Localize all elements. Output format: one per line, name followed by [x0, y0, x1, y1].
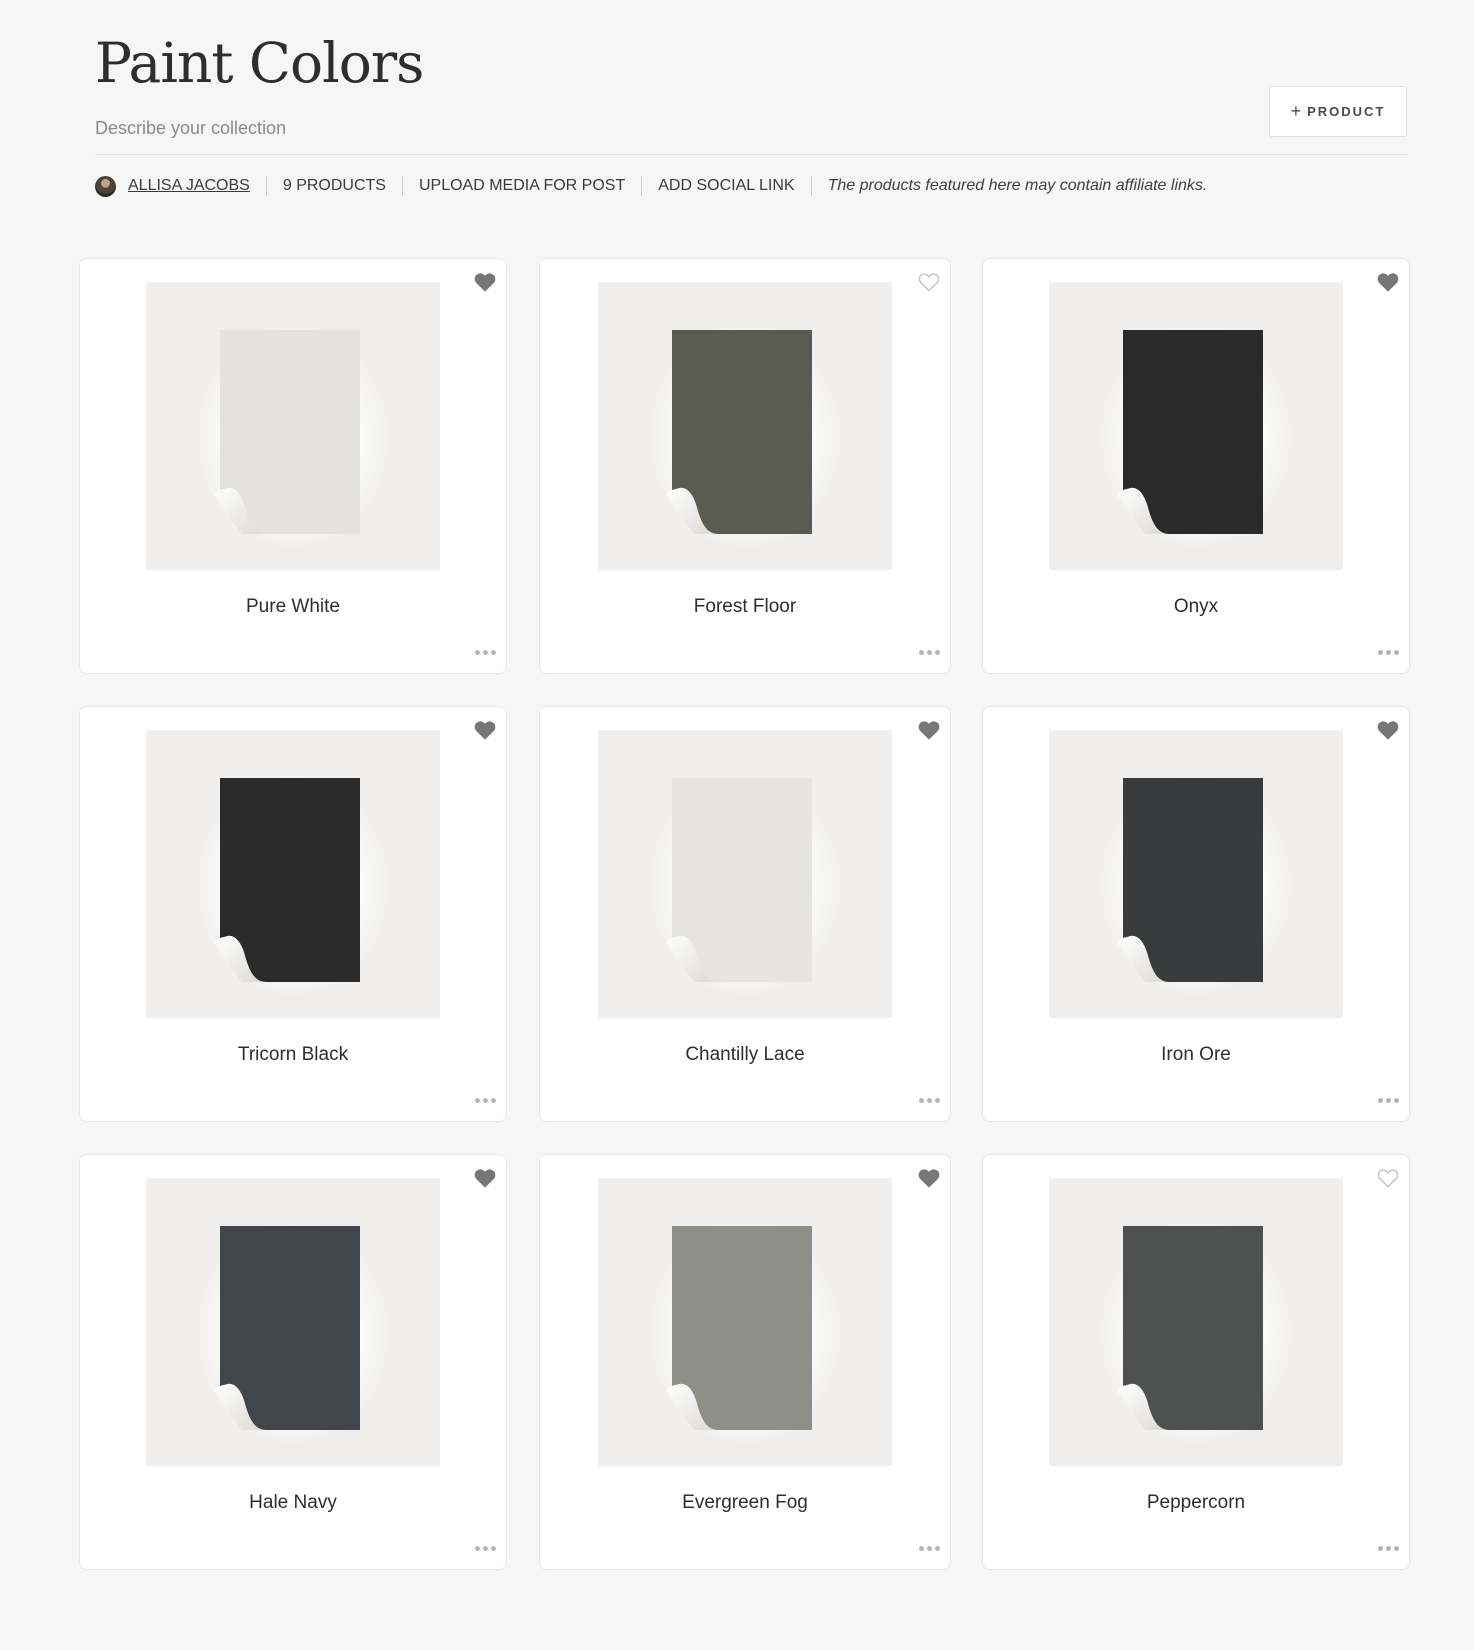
- more-options-icon[interactable]: [1378, 1546, 1399, 1551]
- meta-divider: [641, 176, 643, 196]
- paint-swatch-sample: [1117, 1226, 1263, 1430]
- product-card[interactable]: Peppercorn: [982, 1154, 1410, 1570]
- add-product-button[interactable]: + PRODUCT: [1269, 86, 1407, 137]
- product-count: 9 PRODUCTS: [282, 177, 386, 194]
- product-card[interactable]: Pure White: [79, 258, 507, 674]
- paint-swatch-sample: [214, 1226, 360, 1430]
- product-name[interactable]: Hale Navy: [80, 1492, 506, 1514]
- more-options-icon[interactable]: [1378, 650, 1399, 655]
- heart-filled-icon[interactable]: [918, 1168, 940, 1188]
- paint-swatch-sample: [666, 778, 812, 982]
- product-name[interactable]: Chantilly Lace: [540, 1044, 950, 1066]
- product-name[interactable]: Iron Ore: [983, 1044, 1409, 1066]
- more-options-icon[interactable]: [475, 1098, 496, 1103]
- avatar[interactable]: [95, 175, 116, 197]
- product-image[interactable]: [598, 282, 892, 570]
- product-image[interactable]: [1049, 730, 1343, 1018]
- heart-filled-icon[interactable]: [474, 720, 496, 740]
- product-name[interactable]: Peppercorn: [983, 1492, 1409, 1514]
- product-name[interactable]: Forest Floor: [540, 596, 950, 618]
- more-options-icon[interactable]: [919, 1546, 940, 1551]
- product-image[interactable]: [146, 730, 440, 1018]
- paint-swatch-sample: [666, 1226, 812, 1430]
- author-link[interactable]: ALLISA JACOBS: [128, 177, 250, 195]
- upload-media-link[interactable]: UPLOAD MEDIA FOR POST: [419, 177, 625, 195]
- product-image[interactable]: [598, 1178, 892, 1466]
- plus-icon: +: [1290, 101, 1302, 121]
- collection-meta-bar: ALLISA JACOBS 9 PRODUCTS UPLOAD MEDIA FO…: [95, 174, 1207, 198]
- more-options-icon[interactable]: [475, 650, 496, 655]
- heart-outline-icon[interactable]: [918, 272, 940, 292]
- product-image[interactable]: [598, 730, 892, 1018]
- meta-divider: [401, 176, 403, 196]
- product-name[interactable]: Evergreen Fog: [540, 1492, 950, 1514]
- product-image[interactable]: [146, 282, 440, 570]
- add-social-link[interactable]: ADD SOCIAL LINK: [658, 177, 794, 195]
- product-card[interactable]: Forest Floor: [539, 258, 951, 674]
- paint-swatch-sample: [1117, 330, 1263, 534]
- header-divider: [95, 154, 1407, 155]
- heart-filled-icon[interactable]: [474, 272, 496, 292]
- heart-outline-icon[interactable]: [1377, 1168, 1399, 1188]
- product-card[interactable]: Chantilly Lace: [539, 706, 951, 1122]
- paint-swatch-sample: [666, 330, 812, 534]
- affiliate-disclaimer: The products featured here may contain a…: [827, 177, 1208, 194]
- heart-filled-icon[interactable]: [1377, 272, 1399, 292]
- paint-swatch-sample: [214, 330, 360, 534]
- collection-description[interactable]: Describe your collection: [95, 118, 1407, 139]
- add-product-label: PRODUCT: [1307, 104, 1386, 119]
- product-grid: Pure White Forest Floor Onyx Tricorn Bla…: [79, 258, 1411, 1570]
- paint-swatch-sample: [214, 778, 360, 982]
- more-options-icon[interactable]: [1378, 1098, 1399, 1103]
- product-image[interactable]: [1049, 1178, 1343, 1466]
- product-name[interactable]: Onyx: [983, 596, 1409, 618]
- paint-swatch-sample: [1117, 778, 1263, 982]
- product-name[interactable]: Pure White: [80, 596, 506, 618]
- page-title: Paint Colors: [95, 31, 424, 95]
- product-card[interactable]: Evergreen Fog: [539, 1154, 951, 1570]
- more-options-icon[interactable]: [919, 1098, 940, 1103]
- product-image[interactable]: [1049, 282, 1343, 570]
- product-card[interactable]: Onyx: [982, 258, 1410, 674]
- product-card[interactable]: Tricorn Black: [79, 706, 507, 1122]
- more-options-icon[interactable]: [919, 650, 940, 655]
- heart-filled-icon[interactable]: [474, 1168, 496, 1188]
- more-options-icon[interactable]: [475, 1546, 496, 1551]
- product-card[interactable]: Iron Ore: [982, 706, 1410, 1122]
- meta-divider: [810, 176, 812, 196]
- product-name[interactable]: Tricorn Black: [80, 1044, 506, 1066]
- heart-filled-icon[interactable]: [918, 720, 940, 740]
- collection-header: Paint Colors Describe your collection + …: [95, 28, 1407, 139]
- product-card[interactable]: Hale Navy: [79, 1154, 507, 1570]
- meta-divider: [265, 176, 267, 196]
- product-image[interactable]: [146, 1178, 440, 1466]
- heart-filled-icon[interactable]: [1377, 720, 1399, 740]
